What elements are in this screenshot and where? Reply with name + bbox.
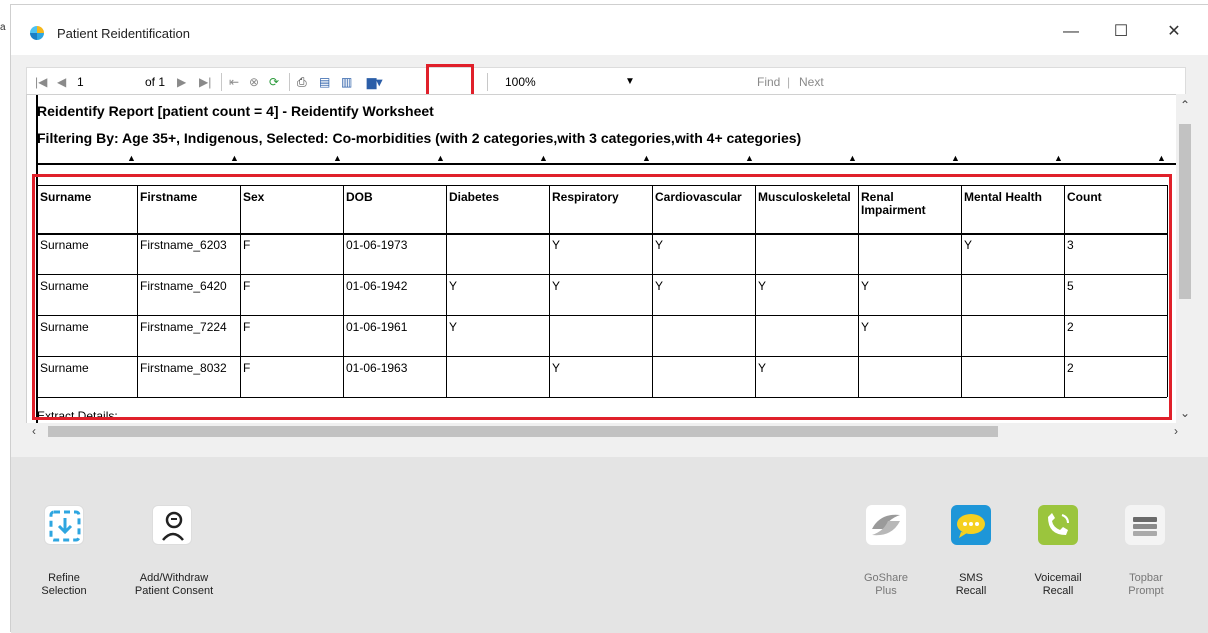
horizontal-scroll-thumb[interactable]: [48, 426, 998, 437]
voicemail-recall-label: Voicemail Recall: [1034, 572, 1082, 597]
close-button[interactable]: ✕: [1159, 19, 1189, 45]
minimize-button[interactable]: —: [1056, 19, 1086, 45]
column-marker: ▲: [127, 153, 136, 163]
column-marker: ▲: [642, 153, 651, 163]
scroll-down-icon[interactable]: ⌄: [1180, 406, 1190, 420]
stop-icon[interactable]: ⊗: [249, 72, 259, 92]
scroll-right-icon[interactable]: ›: [1174, 424, 1178, 438]
column-marker: ▲: [333, 153, 342, 163]
page-setup-icon[interactable]: ▥: [341, 72, 352, 92]
background-app-strip: a: [0, 0, 10, 632]
export-save-icon[interactable]: ▆▾: [367, 72, 382, 92]
column-marker: ▲: [1054, 153, 1063, 163]
table-highlight-box: [32, 174, 1172, 420]
sms-recall-label: SMS Recall: [955, 572, 987, 597]
zoom-dropdown-icon: ▼: [625, 76, 635, 87]
next-page-icon[interactable]: ▶: [177, 72, 186, 92]
back-icon[interactable]: ⇤: [229, 72, 239, 92]
topbar-icon: [1133, 517, 1157, 536]
column-marker: ▲: [436, 153, 445, 163]
background-app-glyph: a: [0, 22, 6, 33]
column-marker: ▲: [951, 153, 960, 163]
action-panel: Refine Selection Add/Withdraw Patient Co…: [11, 457, 1208, 633]
first-page-icon[interactable]: |◀: [35, 72, 47, 92]
column-marker: ▲: [848, 153, 857, 163]
column-marker: ▲: [1157, 153, 1166, 163]
column-marker: ▲: [745, 153, 754, 163]
voicemail-icon: [1048, 513, 1069, 535]
toolbar-divider: [289, 73, 290, 91]
app-logo-icon: [30, 26, 44, 40]
report-viewer-toolbar: |◀ ◀ 1 of 1 ▶ ▶| ⇤ ⊗ ⟳ ⎙ ▤ ▥ ▆▾ 100% ▼ F…: [26, 67, 1186, 95]
column-marker: ▲: [230, 153, 239, 163]
column-marker: ▲: [539, 153, 548, 163]
refresh-icon[interactable]: ⟳: [269, 72, 279, 92]
report-title: Reidentify Report [patient count = 4] - …: [37, 103, 434, 119]
prev-page-icon[interactable]: ◀: [57, 72, 66, 92]
sms-icon: [957, 514, 985, 538]
consent-icon: [162, 511, 184, 541]
voicemail-recall-button[interactable]: [1038, 505, 1078, 545]
consent-button[interactable]: [152, 505, 192, 545]
print-layout-icon[interactable]: ▤: [319, 72, 330, 92]
print-icon[interactable]: ⎙: [297, 72, 307, 92]
scroll-left-icon[interactable]: ‹: [32, 424, 36, 438]
topbar-prompt-label: Topbar Prompt: [1128, 572, 1164, 597]
page-total-label: of 1: [145, 75, 166, 89]
zoom-value: 100%: [505, 75, 536, 89]
refine-selection-button[interactable]: [44, 505, 84, 545]
goshare-icon: [872, 514, 900, 536]
consent-label: Add/Withdraw Patient Consent: [134, 572, 214, 597]
toolbar-separator-text: |: [787, 75, 791, 89]
download-icon: [49, 510, 81, 542]
report-filter: Filtering By: Age 35+, Indigenous, Selec…: [37, 130, 802, 146]
find-link[interactable]: Find: [757, 72, 780, 92]
horizontal-scrollbar[interactable]: ‹ ›: [26, 423, 1186, 440]
title-bar: Patient Reidentification — ☐ ✕: [11, 5, 1208, 55]
vertical-scroll-thumb[interactable]: [1179, 124, 1191, 299]
report-rule: [37, 163, 1185, 165]
window-title: Patient Reidentification: [57, 26, 190, 41]
last-page-icon[interactable]: ▶|: [199, 72, 211, 92]
refine-selection-label: Refine Selection: [41, 572, 87, 597]
toolbar-divider: [221, 73, 222, 91]
current-page-input[interactable]: 1: [77, 72, 84, 92]
toolbar-divider: [487, 73, 488, 91]
next-find-link[interactable]: Next: [799, 72, 824, 92]
vertical-scrollbar[interactable]: ⌃ ⌄: [1176, 94, 1193, 434]
goshare-label: GoShare Plus: [863, 572, 909, 597]
sms-recall-button[interactable]: [951, 505, 991, 545]
scroll-up-icon[interactable]: ⌃: [1180, 98, 1190, 112]
zoom-select[interactable]: 100% ▼: [505, 72, 655, 92]
topbar-prompt-button[interactable]: [1125, 505, 1165, 545]
maximize-button[interactable]: ☐: [1106, 19, 1136, 45]
goshare-button[interactable]: [866, 505, 906, 545]
patient-reidentification-window: Patient Reidentification — ☐ ✕ |◀ ◀ 1 of…: [10, 4, 1208, 633]
